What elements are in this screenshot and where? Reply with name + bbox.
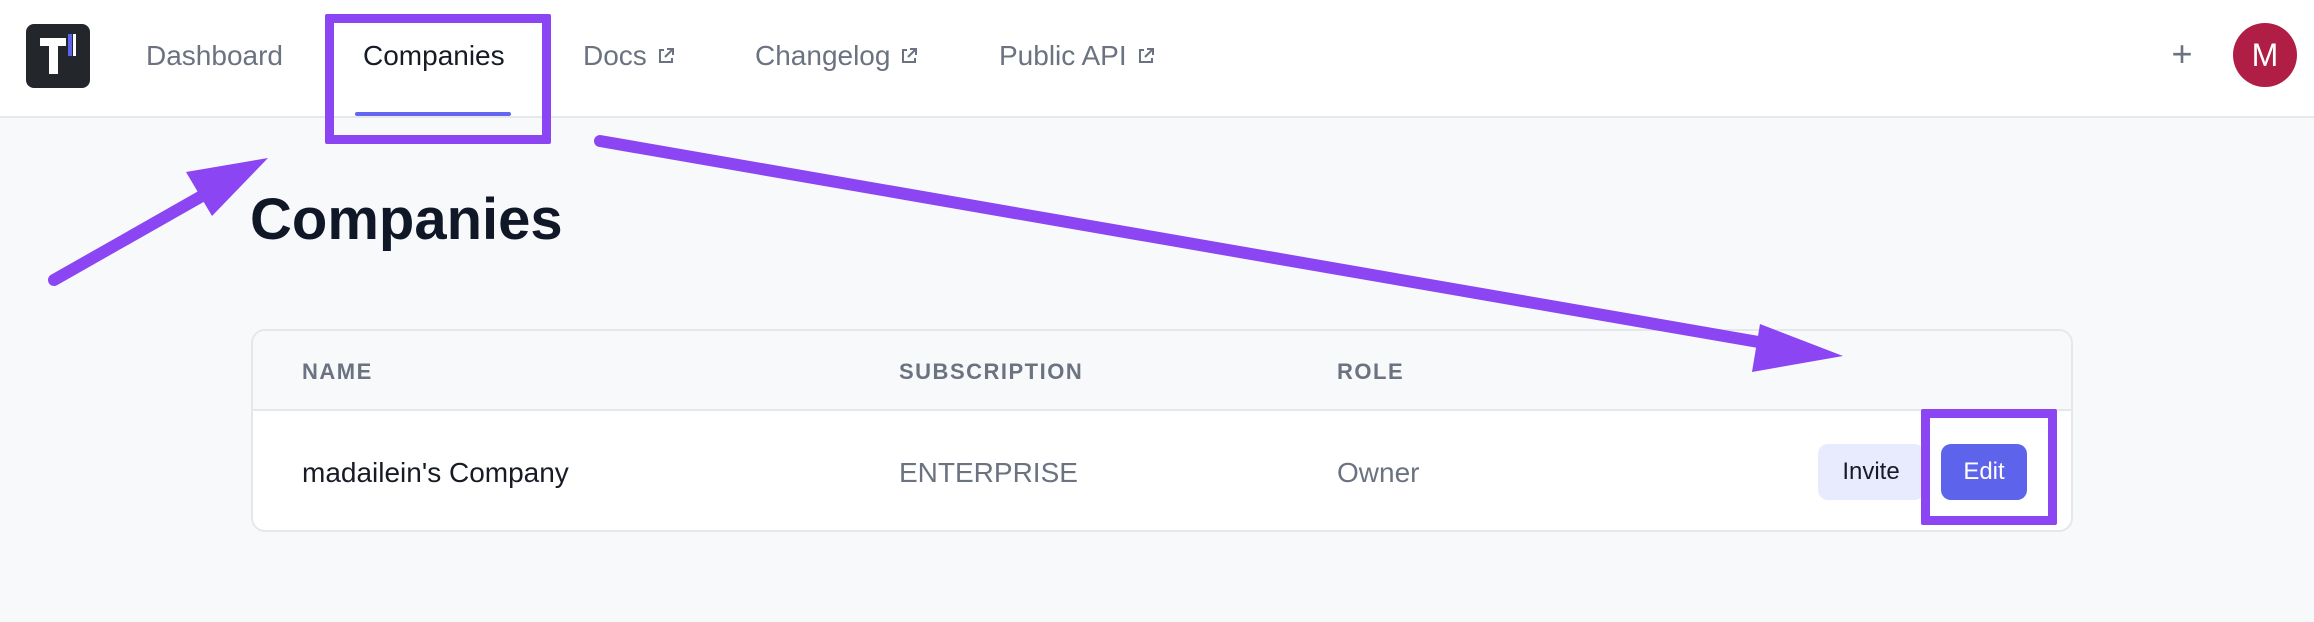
nav-item-label: Docs [583,40,647,71]
nav-item-label: Changelog [755,40,891,71]
company-name: madailein's Company [302,457,569,488]
avatar-initial: M [2251,36,2279,73]
nav-item-label: Public API [999,40,1127,71]
invite-button[interactable]: Invite [1818,444,1924,500]
page-title: Companies [250,187,563,252]
nav-item-dashboard[interactable]: Dashboard [146,36,283,76]
column-header-role: ROLE [1337,359,1405,384]
nav-item-public-api[interactable]: Public API [999,36,1155,76]
column-header-name: NAME [302,359,373,384]
nav-item-label: Dashboard [146,40,283,71]
edit-button-highlight [1921,409,2057,525]
companies-tab-highlight [325,14,551,144]
column-header-subscription: SUBSCRIPTION [899,359,1084,384]
arrow-to-companies-tab [48,158,268,286]
companies-table: NAME SUBSCRIPTION ROLE madailein's Compa… [251,329,2073,532]
external-link-icon [1138,48,1154,63]
subscription-value: ENTERPRISE [899,457,1078,488]
invite-button-label: Invite [1842,458,1900,485]
external-link-icon [658,48,674,63]
logo-icon[interactable] [26,24,90,88]
role-value: Owner [1337,457,1420,488]
external-link-icon [902,48,918,63]
plus-icon[interactable]: + [2168,32,2196,76]
nav-item-docs[interactable]: Docs [583,36,675,76]
table-header: NAME SUBSCRIPTION ROLE [253,331,2071,411]
avatar[interactable]: M [2233,23,2297,87]
nav-item-changelog[interactable]: Changelog [755,36,918,76]
